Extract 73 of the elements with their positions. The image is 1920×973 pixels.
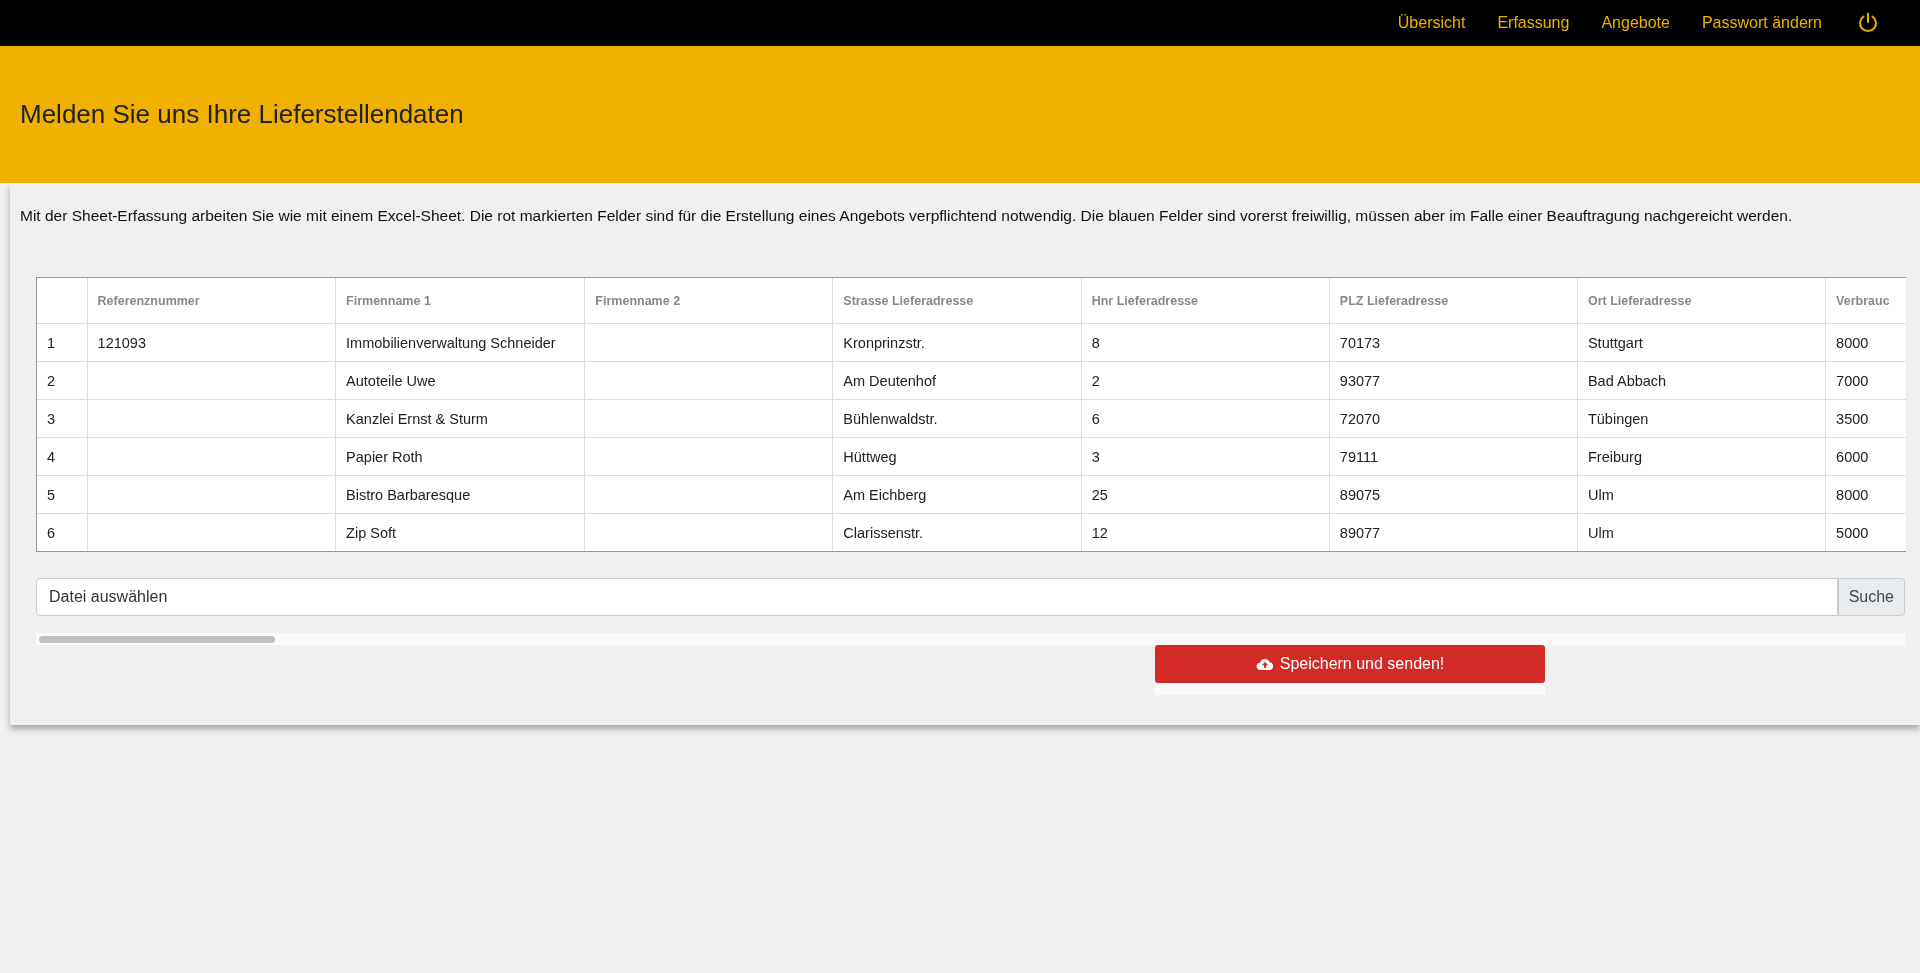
table-cell[interactable]: 93077 [1329, 361, 1578, 400]
table-cell[interactable]: Ulm [1577, 475, 1826, 514]
corner-header-cell [37, 278, 88, 324]
table-cell[interactable]: Bistro Barbaresque [335, 475, 585, 514]
table-cell[interactable] [584, 437, 833, 476]
table-cell[interactable] [584, 361, 833, 400]
column-header[interactable]: Strasse Lieferadresse [832, 278, 1082, 324]
table-cell[interactable]: 8000 [1825, 475, 1906, 514]
table-cell[interactable] [87, 399, 336, 438]
table-cell[interactable]: 121093 [87, 323, 336, 362]
table-cell[interactable]: 70173 [1329, 323, 1578, 362]
table-cell[interactable]: Am Deutenhof [832, 361, 1082, 400]
column-header[interactable]: Firmenname 1 [335, 278, 585, 324]
table-cell[interactable] [584, 399, 833, 438]
table-cell[interactable] [87, 361, 336, 400]
row-number: 3 [37, 399, 88, 438]
nav-link[interactable]: Übersicht [1397, 14, 1466, 32]
table-cell[interactable]: 89075 [1329, 475, 1578, 514]
table-cell[interactable]: Freiburg [1577, 437, 1826, 476]
column-header[interactable]: Firmenname 2 [584, 278, 833, 324]
table-cell[interactable]: 89077 [1329, 513, 1578, 551]
table-cell[interactable]: 72070 [1329, 399, 1578, 438]
column-header[interactable]: Referenznummer [87, 278, 336, 324]
table-cell[interactable]: 6 [1081, 399, 1330, 438]
browse-button[interactable]: Suche [1837, 578, 1905, 616]
row-number: 4 [37, 437, 88, 476]
table-cell[interactable] [87, 475, 336, 514]
table-cell[interactable] [584, 475, 833, 514]
table-cell[interactable]: 2 [1081, 361, 1330, 400]
file-input-field[interactable]: Datei auswählen [36, 578, 1838, 616]
horizontal-scrollbar[interactable] [36, 633, 1905, 645]
table-cell[interactable]: Kronprinzstr. [832, 323, 1082, 362]
table-cell[interactable]: Zip Soft [335, 513, 585, 551]
table-cell[interactable]: 8 [1081, 323, 1330, 362]
nav-link[interactable]: Erfassung [1497, 14, 1570, 32]
table-cell[interactable]: 6000 [1825, 437, 1906, 476]
table-cell[interactable]: Bühlenwaldstr. [832, 399, 1082, 438]
row-number: 1 [37, 323, 88, 362]
nav-link[interactable]: Passwort ändern [1701, 14, 1822, 32]
table-cell[interactable]: 79111 [1329, 437, 1578, 476]
table-cell[interactable]: Kanzlei Ernst & Sturm [335, 399, 585, 438]
save-and-send-button[interactable]: Speichern und senden! [1155, 645, 1545, 683]
table-cell[interactable]: Am Eichberg [832, 475, 1082, 514]
page-title: Melden Sie uns Ihre Lieferstellendaten [20, 99, 464, 130]
nav-link[interactable]: Angebote [1601, 14, 1670, 32]
table-cell[interactable]: Stuttgart [1577, 323, 1826, 362]
table-cell[interactable]: 3500 [1825, 399, 1906, 438]
table-cell[interactable]: Autoteile Uwe [335, 361, 585, 400]
intro-text: Mit der Sheet-Erfassung arbeiten Sie wie mit einem Excel-Sheet. Die rot markierten Felder sind für die Erstellung eines Angebots verpflichtend notwendig. Die blauen Felder sind vorerst freiwillig, müssen aber im Falle einer Beauftragung nachgereicht werden. [20, 207, 1794, 225]
table-cell[interactable]: 25 [1081, 475, 1330, 514]
row-number: 5 [37, 475, 88, 514]
column-header[interactable]: Ort Lieferadresse [1577, 278, 1826, 324]
table-cell[interactable]: 7000 [1825, 361, 1906, 400]
table-cell[interactable]: Tübingen [1577, 399, 1826, 438]
cloud-upload-icon [1255, 657, 1274, 671]
column-header[interactable]: PLZ Lieferadresse [1329, 278, 1578, 324]
table-cell[interactable]: Hüttweg [832, 437, 1082, 476]
table-cell[interactable]: Clarissenstr. [832, 513, 1082, 551]
table-cell[interactable] [87, 437, 336, 476]
column-header[interactable]: Verbrauc [1825, 278, 1906, 324]
table-cell[interactable]: 8000 [1825, 323, 1906, 362]
table-cell[interactable]: Papier Roth [335, 437, 585, 476]
table-cell[interactable]: Bad Abbach [1577, 361, 1826, 400]
table-cell[interactable]: 5000 [1825, 513, 1906, 551]
column-header[interactable]: Hnr Lieferadresse [1081, 278, 1330, 324]
table-cell[interactable]: Immobilienverwaltung Schneider [335, 323, 585, 362]
table-cell[interactable]: 12 [1081, 513, 1330, 551]
table-cell[interactable] [584, 323, 833, 362]
table-cell[interactable]: 3 [1081, 437, 1330, 476]
power-icon[interactable] [1856, 11, 1880, 35]
table-cell[interactable]: Ulm [1577, 513, 1826, 551]
row-number: 2 [37, 361, 88, 400]
row-number: 6 [37, 513, 88, 551]
